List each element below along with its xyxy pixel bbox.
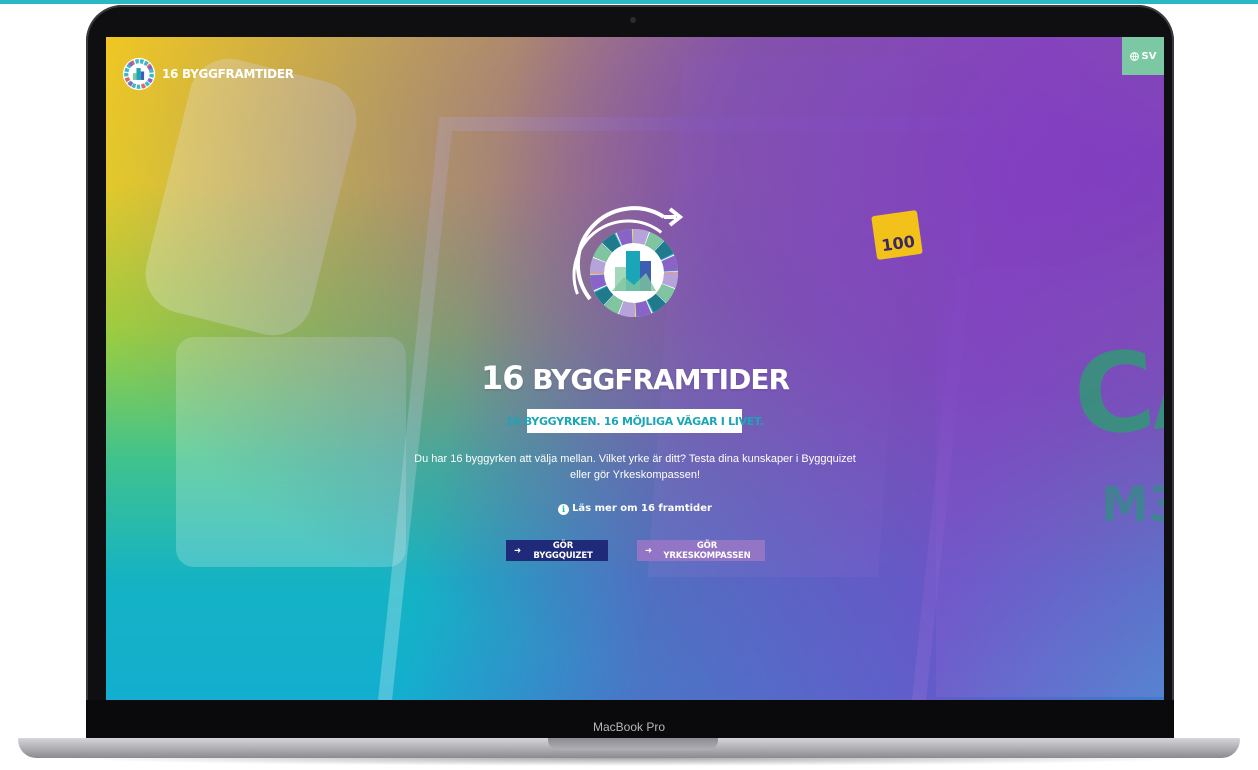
hero-title-text: BYGGFRAMTIDER: [532, 363, 790, 396]
webcam: [630, 17, 636, 23]
hero-description: Du har 16 byggyrken att välja mellan. Vi…: [414, 453, 856, 481]
model-label: MacBook Pro: [592, 720, 666, 734]
arrow-right-icon: ➜: [645, 545, 652, 556]
laptop-shadow: [60, 758, 1200, 766]
top-accent-strip: [0, 0, 1258, 4]
arrow-right-icon: ➜: [514, 545, 521, 556]
read-more-link[interactable]: i Läs mer om 16 framtider: [106, 503, 1164, 515]
quiz-button[interactable]: ➜ GÖR BYGGQUIZET: [506, 540, 608, 561]
yrkeskompass-button[interactable]: ➜ GÖR YRKESKOMPASSEN: [637, 540, 765, 561]
hero-tagline: 16 BYGGYRKEN. 16 MÖJLIGA VÄGAR I LIVET.: [506, 409, 764, 433]
hero-title: 16 BYGGFRAMTIDER: [106, 359, 1164, 397]
quiz-button-label: GÖR BYGGQUIZET: [533, 540, 593, 561]
laptop-mockup: 100 CA M3 16 BYGGFRAMTIDER SV: [0, 0, 1258, 770]
laptop-notch: [548, 738, 718, 750]
hero-title-number: 16: [481, 359, 525, 397]
info-icon: i: [558, 504, 570, 515]
hero-section: 16 BYGGFRAMTIDER 16 BYGGYRKEN. 16 MÖJLIG…: [106, 37, 1164, 700]
hero-logo-icon: [572, 206, 684, 331]
laptop-screen: 100 CA M3 16 BYGGFRAMTIDER SV: [106, 37, 1164, 700]
yrkeskompass-button-label: GÖR YRKESKOMPASSEN: [663, 540, 751, 561]
read-more-label: Läs mer om 16 framtider: [572, 503, 712, 514]
